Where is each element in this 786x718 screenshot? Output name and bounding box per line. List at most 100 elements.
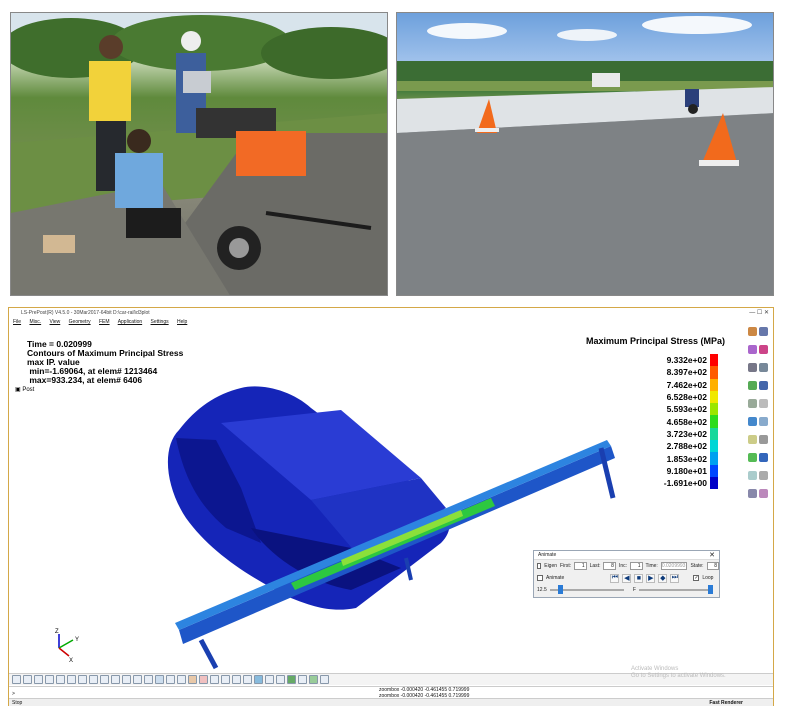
frame-slider[interactable] [638, 584, 714, 594]
legend-level: 3.723e+02 [639, 427, 718, 441]
graphics-viewport[interactable]: Time = 0.020999 Contours of Maximum Prin… [11, 328, 744, 673]
first-label: First: [560, 563, 572, 569]
iso-view-icon[interactable] [89, 675, 98, 684]
zoom-icon[interactable] [177, 675, 186, 684]
view-tool-icon[interactable] [748, 399, 757, 408]
blank-tool-icon[interactable] [759, 417, 768, 426]
watermark-line: Go to Settings to activate Windows. [631, 673, 726, 679]
fe-model-view[interactable]: Z Y X [11, 328, 744, 673]
first-frame-icon[interactable]: ⏮ [610, 573, 620, 583]
list-tool-icon[interactable] [759, 435, 768, 444]
contour-tool-icon[interactable] [748, 453, 757, 462]
state-field[interactable]: 8 [706, 562, 720, 570]
print-icon[interactable] [320, 675, 329, 684]
legend-swatch [710, 390, 718, 404]
ping-pong-icon[interactable]: ◆ [658, 573, 668, 583]
snapshot-icon[interactable] [276, 675, 285, 684]
shaded-icon[interactable] [111, 675, 120, 684]
menu-fem[interactable]: FEM [99, 319, 110, 325]
menu-misc[interactable]: Misc. [29, 319, 41, 325]
menu-view[interactable]: View [50, 319, 61, 325]
time-label: Time: [645, 563, 658, 569]
split-tool-icon[interactable] [759, 489, 768, 498]
menu-help[interactable]: Help [177, 319, 187, 325]
select-part-icon[interactable] [748, 345, 757, 354]
grid-icon[interactable] [265, 675, 274, 684]
front-view-icon[interactable] [67, 675, 76, 684]
frame-slider-thumb[interactable] [708, 584, 714, 594]
feature-icon[interactable] [133, 675, 142, 684]
history-tool-icon[interactable] [748, 381, 757, 390]
hidden-icon[interactable] [122, 675, 131, 684]
animate-dialog: Animate ✕ Eigen First: 1 Last: 8 Inc: 1 … [533, 550, 720, 598]
eigen-label: Eigen [544, 563, 558, 569]
rotate-icon[interactable] [199, 675, 208, 684]
legend-level: 5.593e+02 [639, 403, 718, 416]
inc-field[interactable]: 1 [630, 562, 643, 570]
time-field[interactable]: 0.0209993 [660, 562, 688, 570]
animate-checkbox[interactable] [537, 575, 543, 581]
undo-view-icon[interactable] [232, 675, 241, 684]
back-view-icon[interactable] [78, 675, 87, 684]
ms-tool-icon[interactable] [759, 453, 768, 462]
speed-slider-thumb[interactable] [557, 584, 563, 594]
first-field[interactable]: 1 [574, 562, 587, 570]
svg-text:Z: Z [55, 629, 59, 635]
eigen-checkbox[interactable] [537, 563, 542, 569]
command-line-area[interactable]: zoombox -0.000420 -0.461455 0.719999 zoo… [9, 686, 773, 699]
animate-label: Animate [546, 575, 565, 581]
home-icon[interactable] [12, 675, 21, 684]
spin-icon[interactable] [298, 675, 307, 684]
legend-value: -1.691e+00 [663, 478, 707, 489]
legend-level: 6.528e+02 [639, 390, 718, 404]
mesh-icon[interactable] [144, 675, 153, 684]
speed-value: 12.5 [537, 586, 547, 593]
left-view-icon[interactable] [45, 675, 54, 684]
bottom-view-icon[interactable] [34, 675, 43, 684]
command-prompt[interactable]: > [12, 691, 15, 697]
ascii-tool-icon[interactable] [759, 381, 768, 390]
photo-test-track-illustration [397, 16, 773, 295]
svg-text:Y: Y [75, 637, 79, 643]
vector-tool-icon[interactable] [748, 471, 757, 480]
window-controls[interactable]: — ☐ ✕ [749, 308, 769, 318]
element-tool-icon[interactable] [748, 363, 757, 372]
fit-icon[interactable] [210, 675, 219, 684]
close-icon[interactable]: ✕ [709, 551, 715, 560]
color-tool-icon[interactable] [748, 327, 757, 336]
legend-swatch [710, 452, 718, 465]
reset-icon[interactable] [287, 675, 296, 684]
menu-geometry[interactable]: Geometry [69, 319, 91, 325]
play-icon[interactable]: ▶ [646, 573, 656, 583]
group-tool-icon[interactable] [759, 471, 768, 480]
pan-icon[interactable] [188, 675, 197, 684]
measure-tool-icon[interactable] [759, 399, 768, 408]
top-view-icon[interactable] [23, 675, 32, 684]
curve-tool-icon[interactable] [759, 345, 768, 354]
section-tool-icon[interactable] [748, 417, 757, 426]
last-field[interactable]: 8 [603, 562, 616, 570]
perspective-icon[interactable] [166, 675, 175, 684]
menu-application[interactable]: Application [118, 319, 142, 325]
trace-tool-icon[interactable] [748, 489, 757, 498]
right-view-icon[interactable] [56, 675, 65, 684]
speed-slider[interactable] [549, 584, 624, 594]
model-tool-icon[interactable] [759, 327, 768, 336]
status-bar: Stop Fast Renderer [9, 698, 773, 706]
menu-settings[interactable]: Settings [151, 319, 169, 325]
fringe-tool-icon[interactable] [748, 435, 757, 444]
globe-icon[interactable] [309, 675, 318, 684]
step-back-icon[interactable]: ◀ [622, 573, 632, 583]
node-tool-icon[interactable] [759, 363, 768, 372]
sphere-icon[interactable] [254, 675, 263, 684]
light-icon[interactable] [155, 675, 164, 684]
redo-view-icon[interactable] [243, 675, 252, 684]
camera-icon[interactable] [221, 675, 230, 684]
loop-checkbox[interactable]: ✓ [693, 575, 700, 581]
legend-value: 1.853e+02 [666, 453, 707, 464]
legend-value: 9.180e+01 [666, 465, 707, 476]
wireframe-icon[interactable] [100, 675, 109, 684]
menu-file[interactable]: File [13, 319, 21, 325]
stop-icon[interactable]: ■ [634, 573, 644, 583]
last-frame-icon[interactable]: ⏭ [670, 573, 680, 583]
